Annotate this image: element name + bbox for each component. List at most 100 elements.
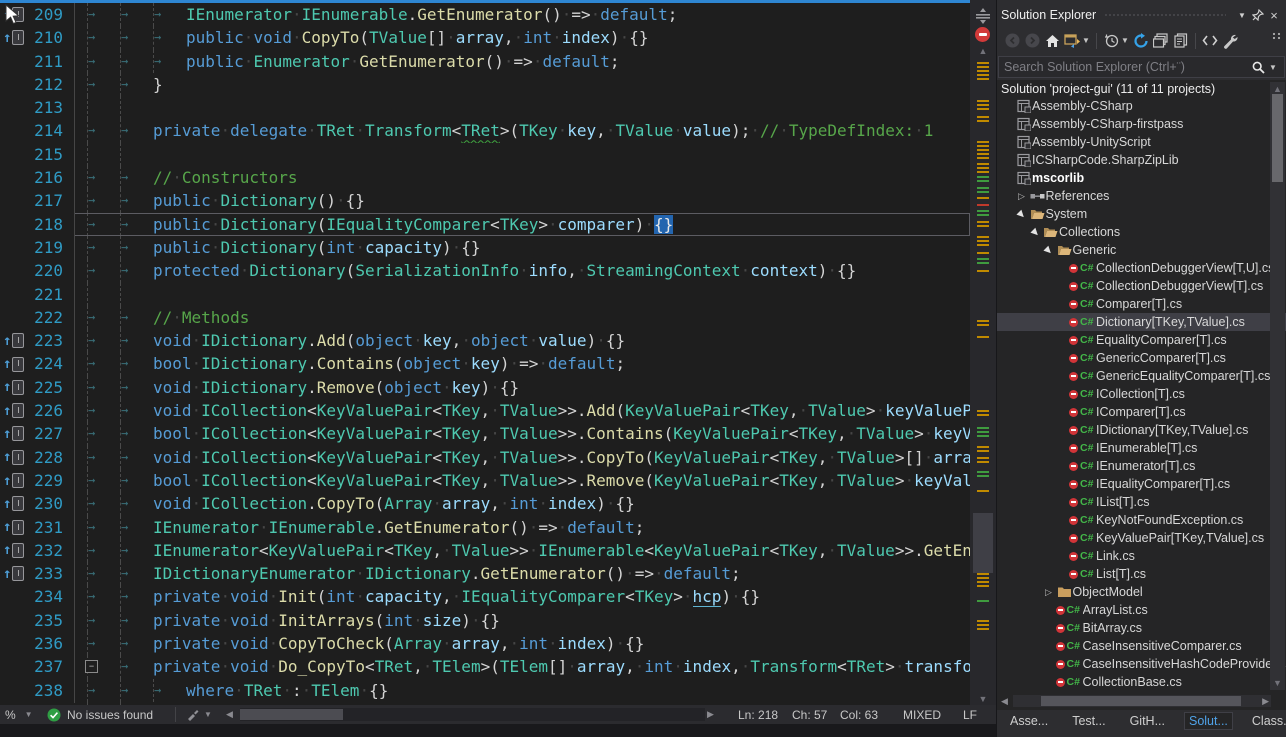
tree-item-ilist-t-cs[interactable]: C#IList[T].cs: [997, 493, 1286, 511]
switch-views-icon[interactable]: [1062, 31, 1082, 51]
code-line[interactable]: ↑I232→→IEnumerator<KeyValuePair<TKey,·TV…: [0, 539, 970, 562]
document-health-indicator[interactable]: No issues found: [47, 705, 153, 724]
tree-item-genericequalitycomparer-t-cs[interactable]: C#GenericEqualityComparer[T].cs: [997, 367, 1286, 385]
up-arrow-icon[interactable]: ↑: [3, 334, 11, 348]
expander-arrow-icon[interactable]: ▶: [1015, 209, 1029, 220]
code-line[interactable]: 235→→private·void·InitArrays(int·size)·{…: [0, 609, 970, 632]
implement-indicator-icon[interactable]: I: [12, 473, 24, 488]
tool-window-tab-test[interactable]: Test...: [1067, 712, 1110, 730]
properties-wrench-icon[interactable]: [1220, 31, 1240, 51]
chevron-down-icon[interactable]: ▼: [1269, 63, 1279, 72]
scroll-down-arrow[interactable]: ▼: [970, 694, 996, 704]
code-line[interactable]: ↑I230→→void·ICollection.CopyTo(Array·arr…: [0, 492, 970, 515]
tree-item-genericcomparer-t-cs[interactable]: C#GenericComparer[T].cs: [997, 349, 1286, 367]
code-line[interactable]: 219→→public·Dictionary(int·capacity)·{}: [0, 236, 970, 259]
implement-indicator-icon[interactable]: I: [12, 496, 24, 511]
tree-item-ienumerable-t-cs[interactable]: C#IEnumerable[T].cs: [997, 439, 1286, 457]
tree-item-mscorlib[interactable]: mscorlib: [997, 169, 1286, 187]
vertical-scroll-thumb[interactable]: [973, 513, 993, 573]
h-scroll-left-arrow[interactable]: ◀: [1001, 696, 1008, 707]
implement-indicator-icon[interactable]: I: [12, 543, 24, 558]
preview-selected-items-icon[interactable]: [1171, 31, 1191, 51]
tree-item-idictionary-tkey-tvalue-cs[interactable]: C#IDictionary[TKey,TValue].cs: [997, 421, 1286, 439]
up-arrow-icon[interactable]: ↑: [3, 427, 11, 441]
up-arrow-icon[interactable]: ↑: [3, 450, 11, 464]
code-line[interactable]: 234→→private·void·Init(int·capacity,·IEq…: [0, 585, 970, 608]
tree-item-system[interactable]: ▶System: [997, 205, 1286, 223]
code-line[interactable]: 221: [0, 283, 970, 306]
code-line[interactable]: ↑I226→→void·ICollection<KeyValuePair<TKe…: [0, 399, 970, 422]
code-line[interactable]: ↑I225→→void·IDictionary.Remove(object·ke…: [0, 376, 970, 399]
refresh-icon[interactable]: [1131, 31, 1151, 51]
tree-item-ienumerator-t-cs[interactable]: C#IEnumerator[T].cs: [997, 457, 1286, 475]
zoom-control[interactable]: % ▼: [5, 705, 33, 724]
code-editor[interactable]: ↑I209→→→IEnumerator·IEnumerable.GetEnume…: [0, 0, 970, 705]
chevron-down-icon[interactable]: ▼: [1082, 36, 1092, 45]
up-arrow-icon[interactable]: ↑: [3, 474, 11, 488]
chevron-down-icon[interactable]: ▼: [1121, 36, 1131, 45]
tree-item-objectmodel[interactable]: ▷ObjectModel: [997, 583, 1286, 601]
encoding-indicator[interactable]: MIXED: [903, 705, 941, 724]
code-line[interactable]: 236→→private·void·CopyToCheck(Array·arra…: [0, 632, 970, 655]
expander-arrow-icon[interactable]: ▷: [1015, 191, 1029, 202]
tree-item-keynotfoundexception-cs[interactable]: C#KeyNotFoundException.cs: [997, 511, 1286, 529]
expander-arrow-icon[interactable]: ▶: [1028, 227, 1042, 238]
tree-item-dictionary-tkey-tvalue-cs[interactable]: C#Dictionary[TKey,TValue].cs: [997, 313, 1286, 331]
tree-item-icollection-t-cs[interactable]: C#ICollection[T].cs: [997, 385, 1286, 403]
tree-item-icsharpcode-sharpziplib[interactable]: ICSharpCode.SharpZipLib: [997, 151, 1286, 169]
scroll-up-arrow[interactable]: ▲: [970, 46, 996, 56]
code-line[interactable]: 222→→//·Methods: [0, 306, 970, 329]
code-line[interactable]: 215: [0, 143, 970, 166]
solution-root-node[interactable]: Solution 'project-gui' (11 of 11 project…: [997, 80, 1286, 97]
code-line[interactable]: 220→→protected·Dictionary(SerializationI…: [0, 259, 970, 282]
implement-indicator-icon[interactable]: I: [12, 403, 24, 418]
tree-item-collectiondebuggerview-t-cs[interactable]: C#CollectionDebuggerView[T].cs: [997, 277, 1286, 295]
scroll-down-arrow[interactable]: ▼: [1270, 678, 1285, 688]
tool-window-tab-asse[interactable]: Asse...: [1005, 712, 1053, 730]
code-line[interactable]: 216→→//·Constructors: [0, 166, 970, 189]
tree-item-icomparer-t-cs[interactable]: C#IComparer[T].cs: [997, 403, 1286, 421]
search-input[interactable]: Search Solution Explorer (Ctrl+¨) ▼: [998, 56, 1285, 78]
tree-item-collections[interactable]: ▶Collections: [997, 223, 1286, 241]
h-scroll-left-arrow[interactable]: ◀: [226, 705, 233, 724]
implement-indicator-icon[interactable]: I: [12, 357, 24, 372]
pin-icon[interactable]: [1250, 7, 1266, 23]
code-line[interactable]: ↑I209→→→IEnumerator·IEnumerable.GetEnume…: [0, 3, 970, 26]
tree-item-caseinsensitivehashcodeprovider-cs[interactable]: C#CaseInsensitiveHashCodeProvider.cs: [997, 655, 1286, 673]
expander-arrow-icon[interactable]: ▷: [1042, 587, 1056, 598]
h-scroll-right-arrow[interactable]: ▶: [1262, 696, 1269, 707]
chevron-down-icon[interactable]: ▼: [25, 710, 33, 719]
tree-item-assembly-unityscript[interactable]: Assembly-UnityScript: [997, 133, 1286, 151]
up-arrow-icon[interactable]: ↑: [3, 497, 11, 511]
panel-horizontal-scroll-thumb[interactable]: [1041, 696, 1241, 706]
code-line[interactable]: ↑I223→→void·IDictionary.Add(object·key,·…: [0, 329, 970, 352]
tree-item-link-cs[interactable]: C#Link.cs: [997, 547, 1286, 565]
implement-indicator-icon[interactable]: I: [12, 30, 24, 45]
code-line[interactable]: ↑I224→→bool·IDictionary.Contains(object·…: [0, 352, 970, 375]
panel-horizontal-scrollbar[interactable]: ◀ ▶: [997, 692, 1286, 710]
tree-item-iequalitycomparer-t-cs[interactable]: C#IEqualityComparer[T].cs: [997, 475, 1286, 493]
code-line[interactable]: ↑I229→→bool·ICollection<KeyValuePair<TKe…: [0, 469, 970, 492]
tool-window-tab-gith[interactable]: GitH...: [1125, 712, 1170, 730]
h-scroll-right-arrow[interactable]: ▶: [707, 705, 714, 724]
tree-item-assembly-csharp[interactable]: Assembly-CSharp: [997, 97, 1286, 115]
code-line[interactable]: ↑I210→→→public·void·CopyTo(TValue[]·arra…: [0, 26, 970, 49]
fold-collapse-box[interactable]: −: [85, 660, 98, 673]
tree-item-generic[interactable]: ▶Generic: [997, 241, 1286, 259]
up-arrow-icon[interactable]: ↑: [3, 567, 11, 581]
code-line[interactable]: 213: [0, 96, 970, 119]
tool-window-tab-solut[interactable]: Solut...: [1184, 712, 1233, 730]
panel-vertical-scrollbar[interactable]: ▲ ▼: [1270, 82, 1285, 690]
expander-arrow-icon[interactable]: ▶: [1042, 245, 1056, 256]
chevron-down-icon[interactable]: ▼: [204, 710, 212, 719]
code-line[interactable]: ↑I228→→void·ICollection<KeyValuePair<TKe…: [0, 446, 970, 469]
overflow-icon[interactable]: [1272, 29, 1282, 37]
up-arrow-icon[interactable]: ↑: [3, 380, 11, 394]
tree-item-bitarray-cs[interactable]: C#BitArray.cs: [997, 619, 1286, 637]
tree-item-assembly-csharp-firstpass[interactable]: Assembly-CSharp-firstpass: [997, 115, 1286, 133]
code-line[interactable]: 237−→→private·void·Do_CopyTo<TRet,·TElem…: [0, 655, 970, 678]
panel-vertical-scroll-thumb[interactable]: [1272, 94, 1283, 182]
tree-item-equalitycomparer-t-cs[interactable]: C#EqualityComparer[T].cs: [997, 331, 1286, 349]
window-position-icon[interactable]: ▼: [1234, 7, 1250, 23]
code-line[interactable]: 214→→private·delegate·TRet·Transform<TRe…: [0, 119, 970, 142]
